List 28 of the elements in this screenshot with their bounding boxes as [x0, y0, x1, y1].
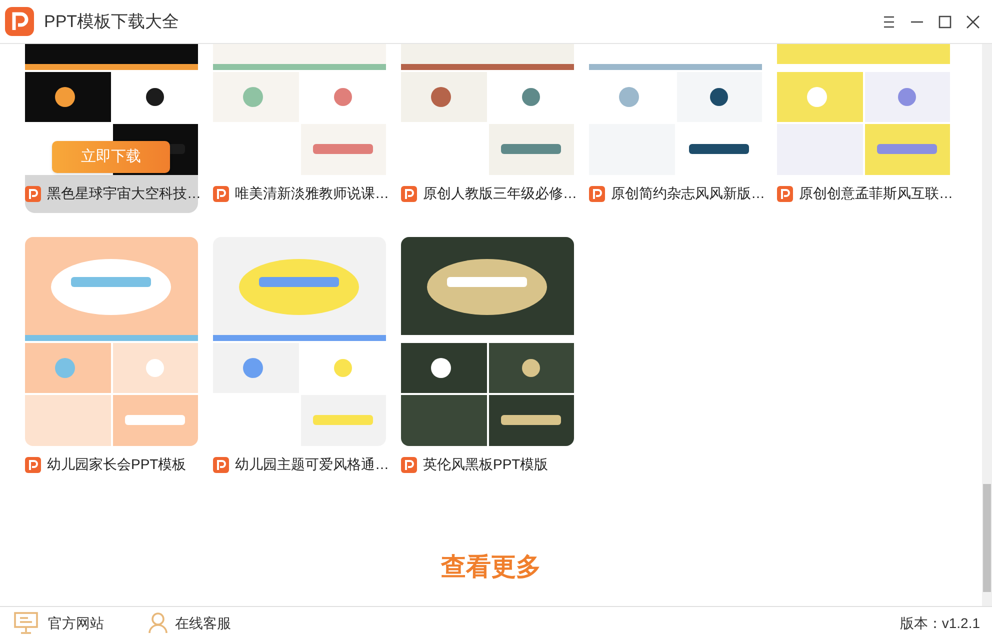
app-logo-icon — [5, 7, 34, 36]
template-title[interactable]: 原创人教版三年级必修… — [423, 183, 577, 204]
footer-link[interactable]: 在线客服 — [175, 612, 231, 634]
maximize-icon[interactable] — [938, 14, 952, 28]
ppt-file-icon — [213, 186, 229, 202]
template-title[interactable]: 唯美清新淡雅教师说课… — [235, 183, 389, 204]
scrollbar[interactable] — [982, 44, 992, 606]
person-icon — [148, 612, 168, 634]
template-title[interactable]: 原创创意孟菲斯风互联… — [799, 183, 953, 204]
template-title[interactable]: 幼儿园家长会PPT模板 — [47, 454, 186, 475]
template-title[interactable]: 英伦风黑板PPT模版 — [423, 454, 548, 475]
ppt-file-icon — [401, 456, 417, 472]
template-title[interactable]: 黑色星球宇宙大空科技… — [47, 183, 201, 204]
ppt-file-icon — [25, 186, 41, 202]
window-title: PPT模板下载大全 — [44, 10, 180, 33]
ppt-file-icon — [777, 186, 793, 202]
footer-link[interactable]: 官方网站 — [48, 612, 104, 634]
ppt-file-icon — [401, 186, 417, 202]
template-title[interactable]: 幼儿园主题可爱风格通… — [235, 454, 389, 475]
ppt-file-icon — [25, 456, 41, 472]
close-icon[interactable] — [966, 14, 980, 28]
template-title[interactable]: 原创简约杂志风风新版… — [611, 183, 765, 204]
menu-icon[interactable] — [882, 14, 896, 28]
version-label: 版本：v1.2.1 — [900, 614, 980, 632]
ppt-file-icon — [213, 456, 229, 472]
ppt-file-icon — [589, 186, 605, 202]
monitor-icon — [14, 612, 38, 634]
template-card[interactable]: 立即下载 黑色星球宇宙大空科技… — [25, 44, 198, 213]
